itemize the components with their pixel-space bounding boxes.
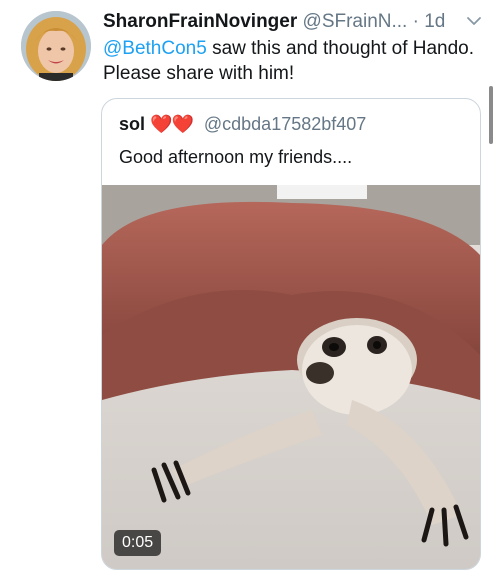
- quoted-tweet-text: Good afternoon my friends....: [119, 147, 353, 167]
- tweet-text: @BethCon5 saw this and thought of Hando.…: [103, 36, 483, 86]
- user-handle[interactable]: @SFrainN...: [303, 11, 408, 32]
- timestamp[interactable]: · 1d: [413, 11, 446, 32]
- video-duration-badge: 0:05: [114, 530, 162, 556]
- avatar[interactable]: [21, 11, 91, 81]
- mention-link[interactable]: @BethCon5: [103, 38, 207, 59]
- meerkat-image-icon: [102, 185, 480, 569]
- quoted-tweet-card[interactable]: sol ❤️❤️ @cdbda17582bf407 Good afternoon…: [101, 98, 481, 570]
- user-avatar-icon: [21, 11, 91, 81]
- quoted-user-handle[interactable]: @cdbda17582bf407: [204, 114, 366, 134]
- tweet-header: SharonFrainNovinger @SFrainN... · 1d: [103, 10, 483, 34]
- quoted-tweet-header: sol ❤️❤️ @cdbda17582bf407: [119, 112, 366, 136]
- quoted-display-name[interactable]: sol: [119, 114, 145, 134]
- heart-emoji-icon: ❤️❤️: [150, 114, 194, 134]
- scrollbar-thumb[interactable]: [489, 86, 493, 144]
- display-name[interactable]: SharonFrainNovinger: [103, 11, 297, 32]
- video-thumbnail[interactable]: 0:05: [102, 185, 480, 569]
- chevron-down-icon[interactable]: [465, 12, 483, 30]
